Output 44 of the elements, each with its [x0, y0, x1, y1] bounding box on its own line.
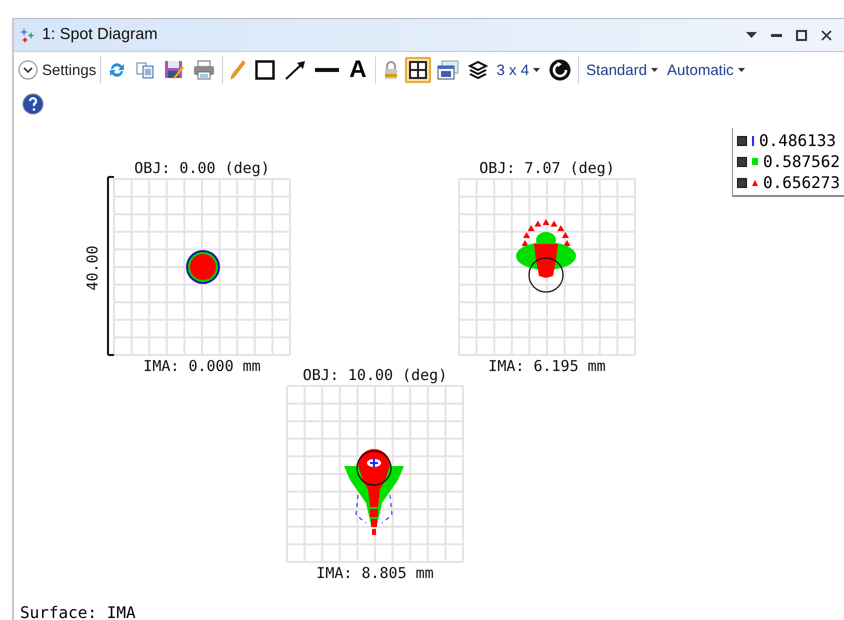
rotate-icon	[549, 59, 572, 81]
scale-label: 40.00	[82, 245, 103, 291]
text-tool-button[interactable]: A	[345, 57, 371, 83]
refresh-icon	[108, 61, 126, 79]
maximize-icon[interactable]	[796, 30, 807, 40]
legend-box-icon	[736, 136, 747, 146]
surface-label: Surface: IMA	[20, 603, 136, 620]
rectangle-icon	[255, 60, 276, 80]
image-height-label: IMA: 8.805 mm	[316, 563, 434, 583]
caret-icon	[533, 68, 540, 72]
layers-icon	[468, 61, 488, 79]
image-height-label: IMA: 6.195 mm	[488, 356, 606, 376]
field-title: OBJ: 10.00 (deg)	[302, 365, 448, 385]
image-height-label: IMA: 0.000 mm	[143, 356, 261, 376]
chevron-down-icon	[18, 60, 38, 80]
layout-dropdown[interactable]: 3 x 4	[494, 58, 544, 82]
spot-drawing	[186, 250, 220, 284]
copy-icon	[135, 61, 156, 79]
minimize-icon[interactable]	[771, 34, 782, 36]
wavelength-label: 0.486133	[758, 130, 836, 151]
legend-box-icon	[736, 178, 747, 188]
legend-box-icon	[736, 156, 747, 166]
mode-dropdown[interactable]: Automatic	[664, 62, 748, 78]
caret-icon	[650, 68, 658, 72]
wavelength-label: 0.656273	[762, 172, 840, 193]
arrow-icon	[284, 60, 306, 80]
save-icon	[164, 60, 184, 80]
settings-button[interactable]: Settings	[18, 60, 96, 80]
grid-icon	[408, 60, 428, 80]
pencil-icon	[230, 60, 246, 80]
lock-icon	[382, 60, 399, 80]
close-icon[interactable]	[821, 30, 832, 40]
caret-icon	[738, 68, 745, 72]
wavelength-label: 0.587562	[762, 151, 840, 172]
dropdown-icon[interactable]	[746, 32, 757, 38]
grid-button[interactable]	[404, 57, 431, 83]
field-title: OBJ: 0.00 (deg)	[134, 158, 270, 178]
mode-dropdown[interactable]: Standard	[583, 62, 661, 78]
field-title: OBJ: 7.07 (deg)	[479, 158, 615, 178]
help-icon[interactable]	[22, 93, 44, 115]
printer-icon	[193, 60, 216, 80]
windows-icon	[436, 60, 459, 80]
window-title: 1: Spot Diagram	[42, 26, 159, 44]
sparkle-icon	[20, 27, 36, 43]
